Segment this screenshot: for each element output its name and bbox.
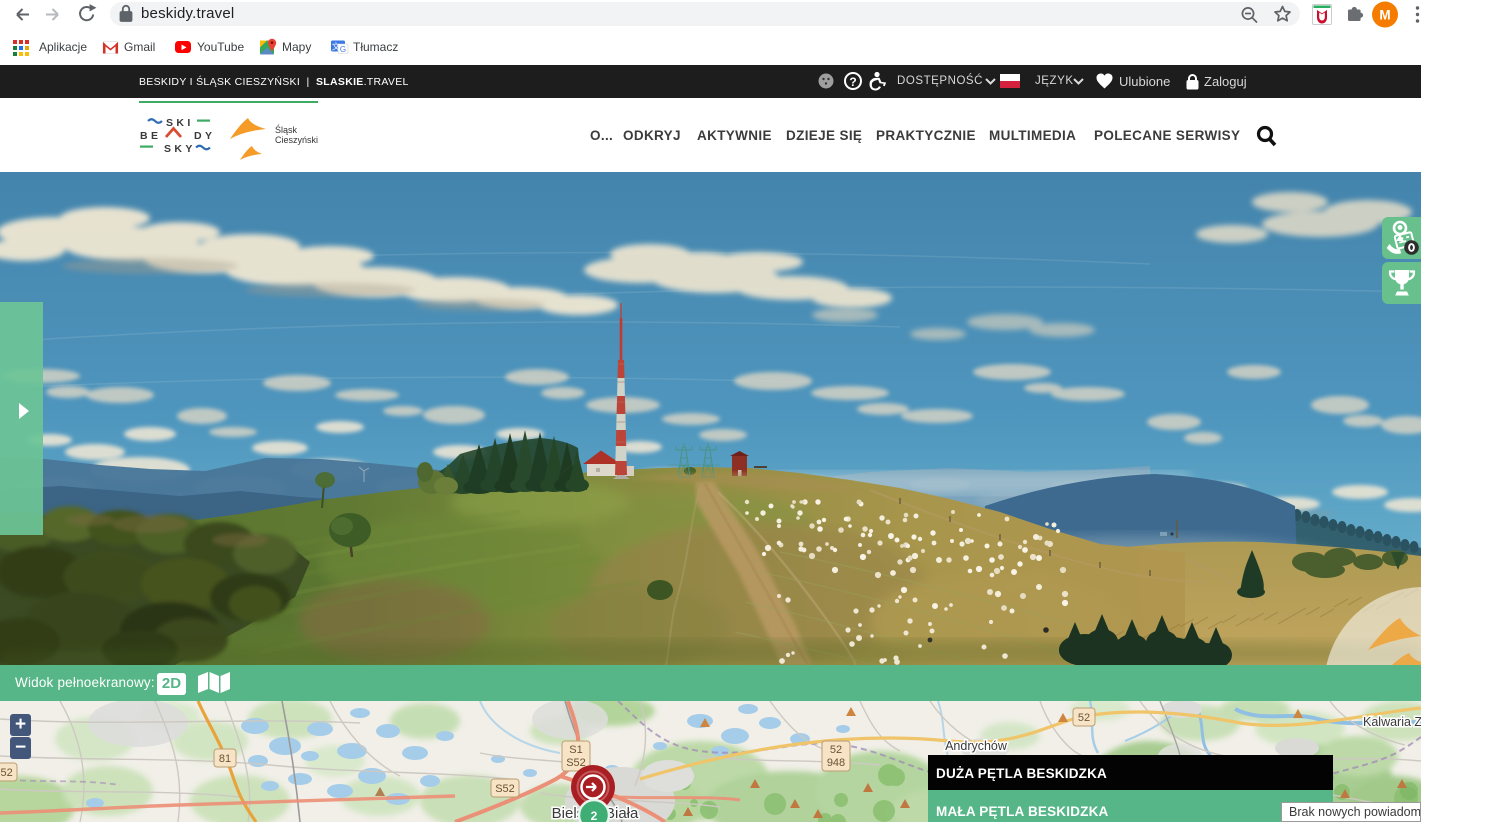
svg-text:G: G: [340, 45, 346, 54]
svg-text:DY: DY: [194, 130, 215, 142]
svg-text:S52: S52: [566, 757, 586, 769]
svg-text:S52: S52: [495, 783, 515, 795]
svg-text:SKI: SKI: [166, 117, 194, 129]
svg-text:Cieszyński: Cieszyński: [275, 135, 318, 145]
svg-text:2: 2: [591, 809, 598, 822]
svg-text:?: ?: [849, 75, 856, 89]
svg-text:M: M: [1379, 8, 1390, 23]
svg-text:S52: S52: [0, 767, 13, 779]
svg-text:Śląsk: Śląsk: [275, 124, 298, 135]
svg-text:SKY: SKY: [164, 143, 196, 155]
svg-text:52: 52: [830, 744, 842, 756]
svg-text:81: 81: [219, 753, 231, 765]
svg-text:Kalwaria Ze: Kalwaria Ze: [1363, 715, 1421, 729]
svg-text:Andrychów: Andrychów: [945, 739, 1008, 753]
svg-text:948: 948: [827, 757, 845, 769]
svg-text:52: 52: [1078, 712, 1090, 724]
svg-text:S1: S1: [569, 744, 582, 756]
svg-text:BE: BE: [140, 130, 161, 142]
